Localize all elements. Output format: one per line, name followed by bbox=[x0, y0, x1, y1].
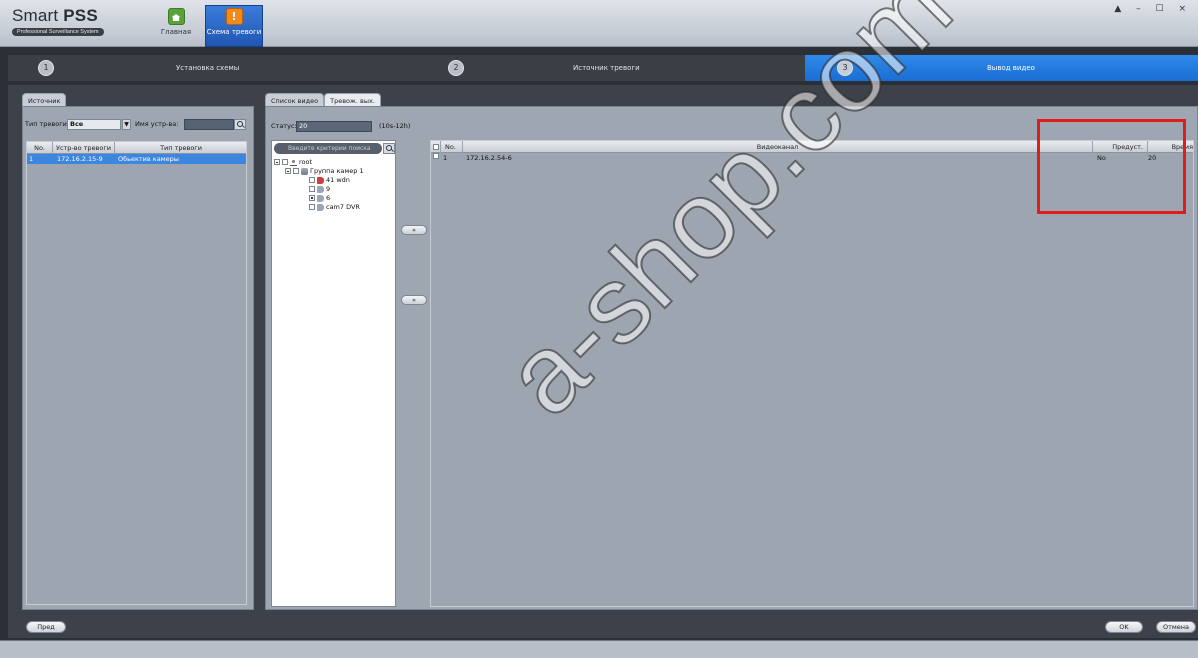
step-title: Установка схемы bbox=[176, 64, 240, 72]
tree-node-camera[interactable]: cam7 DVR bbox=[309, 203, 360, 211]
camera-icon bbox=[317, 194, 324, 202]
table-row[interactable]: 1 172.16.2.15-9 Обьектив камеры bbox=[27, 154, 246, 164]
tree-node-group[interactable]: Группа камер 1 bbox=[285, 167, 364, 175]
tree-checkbox[interactable] bbox=[309, 204, 315, 210]
tab-alarm-label: Схема тревоги bbox=[206, 28, 262, 36]
prev-button[interactable]: Пред bbox=[26, 621, 66, 633]
source-body: Тип тревоги Все ▼ Имя устр-ва: No. Устр-… bbox=[22, 106, 254, 610]
camera-icon bbox=[317, 185, 324, 193]
output-tabstrip: Список видео Тревож. вых. bbox=[265, 93, 1198, 107]
step-number: 2 bbox=[448, 60, 464, 76]
collapse-icon[interactable] bbox=[274, 159, 280, 165]
tree-checkbox[interactable] bbox=[309, 186, 315, 192]
cell-no: 1 bbox=[443, 154, 448, 162]
step-3[interactable]: 3 Вывод видео bbox=[805, 55, 1198, 81]
source-tabstrip: Источник bbox=[22, 93, 254, 107]
cell-type: Обьектив камеры bbox=[118, 155, 179, 163]
header-checkbox[interactable] bbox=[431, 141, 441, 153]
move-left-button[interactable]: « bbox=[401, 295, 427, 305]
device-tree: Введите критерии поиска root Группа каме… bbox=[271, 140, 396, 607]
tab-alarm-out[interactable]: Тревож. вых. bbox=[324, 93, 381, 107]
tree-checkbox[interactable] bbox=[309, 177, 315, 183]
source-panel: Источник Тип тревоги Все ▼ Имя устр-ва: … bbox=[22, 93, 254, 610]
main-area: Источник Тип тревоги Все ▼ Имя устр-ва: … bbox=[8, 85, 1198, 638]
root-icon bbox=[290, 158, 297, 166]
camera-icon bbox=[317, 203, 324, 211]
home-icon bbox=[167, 8, 185, 25]
chevron-down-icon[interactable]: ▼ bbox=[122, 119, 131, 130]
cell-no: 1 bbox=[29, 155, 34, 163]
col-no[interactable]: No. bbox=[27, 142, 53, 154]
source-table: No. Устр-во тревоги Тип тревоги 1 172.16… bbox=[26, 141, 247, 605]
step-number: 3 bbox=[837, 60, 853, 76]
col-video-channel[interactable]: Видеоканал bbox=[463, 141, 1093, 153]
collapse-icon[interactable] bbox=[285, 168, 291, 174]
step-title: Источник тревоги bbox=[573, 64, 640, 72]
step-2[interactable]: 2 Источник тревоги bbox=[408, 55, 808, 81]
col-no[interactable]: No. bbox=[441, 141, 463, 153]
ok-button[interactable]: OK bbox=[1105, 621, 1143, 633]
device-name-label: Имя устр-ва: bbox=[135, 120, 179, 128]
status-label: Статус: bbox=[271, 122, 297, 130]
search-icon[interactable] bbox=[234, 119, 246, 130]
camera-group-icon bbox=[301, 167, 308, 175]
tree-node-root[interactable]: root bbox=[274, 158, 312, 166]
tree-node-label: cam7 DVR bbox=[326, 203, 360, 211]
cancel-button[interactable]: Отмена bbox=[1156, 621, 1196, 633]
tree-search-input[interactable]: Введите критерии поиска bbox=[274, 143, 382, 154]
alarm-type-label: Тип тревоги bbox=[25, 120, 67, 128]
status-hint: (10s-12h) bbox=[379, 122, 411, 130]
move-right-button[interactable]: » bbox=[401, 225, 427, 235]
step-number: 1 bbox=[38, 60, 54, 76]
tree-node-label: Группа камер 1 bbox=[310, 167, 364, 175]
source-filter: Тип тревоги Все ▼ Имя устр-ва: bbox=[23, 119, 255, 131]
tree-checkbox[interactable] bbox=[282, 159, 288, 165]
cell-device: 172.16.2.15-9 bbox=[57, 155, 103, 163]
col-alarm-device[interactable]: Устр-во тревоги bbox=[53, 142, 115, 154]
alarm-icon bbox=[225, 8, 243, 25]
camera-icon bbox=[317, 176, 324, 184]
status-input[interactable]: 20 bbox=[296, 121, 372, 132]
device-name-input[interactable] bbox=[184, 119, 234, 130]
wizard-steps: 1 Установка схемы 2 Источник тревоги 3 В… bbox=[8, 55, 1198, 81]
tab-video-list[interactable]: Список видео bbox=[265, 93, 325, 107]
table-header: No. Устр-во тревоги Тип тревоги bbox=[27, 142, 246, 154]
tab-home[interactable]: Главная bbox=[147, 6, 205, 46]
app-logo: Smart PSS Professional Surveillance Syst… bbox=[12, 6, 104, 36]
alarm-type-select[interactable]: Все bbox=[67, 119, 121, 130]
col-alarm-type[interactable]: Тип тревоги bbox=[115, 142, 247, 154]
brand-subtitle: Professional Surveillance System bbox=[12, 28, 104, 36]
step-title: Вывод видео bbox=[987, 64, 1035, 72]
cell-channel: 172.16.2.54-6 bbox=[466, 154, 512, 162]
tree-node-label: root bbox=[299, 158, 313, 166]
status-bar bbox=[0, 640, 1198, 658]
window-controls[interactable]: ▲ – ☐ × bbox=[1114, 4, 1192, 14]
tree-node-camera[interactable]: 9 bbox=[309, 185, 330, 193]
tree-checkbox[interactable] bbox=[293, 168, 299, 174]
step-1[interactable]: 1 Установка схемы bbox=[8, 55, 408, 81]
app-header: Smart PSS Professional Surveillance Syst… bbox=[0, 0, 1198, 47]
tree-checkbox[interactable] bbox=[309, 195, 315, 201]
tree-node-label: 41 wdn bbox=[326, 176, 350, 184]
tree-node-label: 6 bbox=[326, 194, 331, 202]
tab-home-label: Главная bbox=[160, 28, 192, 36]
tab-source[interactable]: Источник bbox=[22, 93, 67, 107]
tree-node-label: 9 bbox=[326, 185, 331, 193]
highlight-box bbox=[1037, 119, 1186, 214]
tree-node-camera[interactable]: 6 bbox=[309, 194, 330, 202]
tree-node-camera[interactable]: 41 wdn bbox=[309, 176, 350, 184]
brand-name: Smart PSS bbox=[12, 6, 98, 25]
tab-alarm-scheme[interactable]: Схема тревоги bbox=[205, 5, 263, 47]
search-icon[interactable] bbox=[383, 143, 395, 154]
